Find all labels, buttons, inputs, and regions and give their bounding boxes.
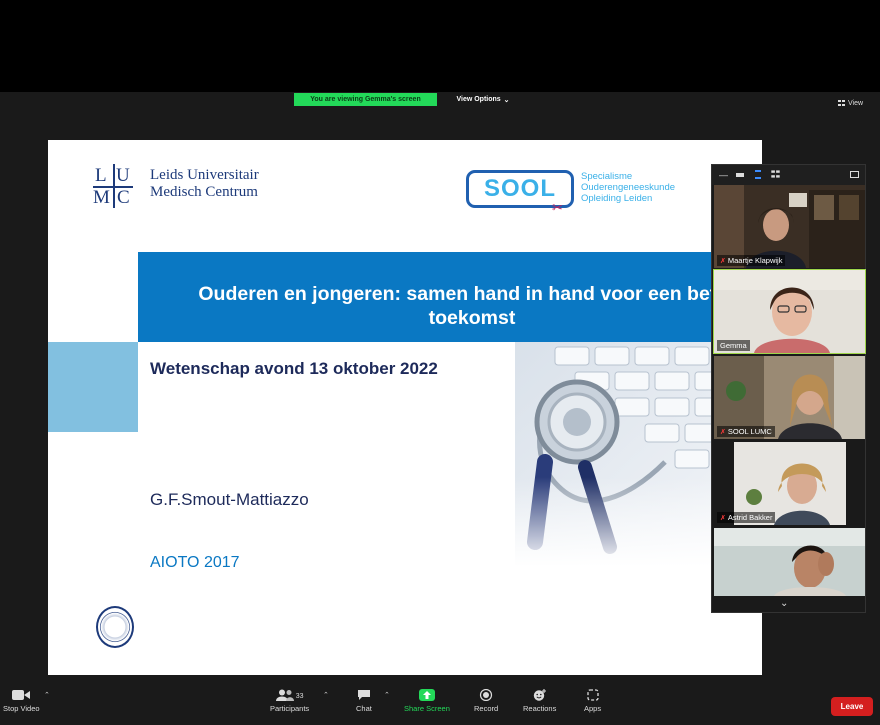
participant-name: SOOL LUMC — [727, 427, 772, 436]
lumc-letter-l: L — [95, 165, 107, 186]
top-bar — [0, 92, 880, 140]
slide-title: Ouderen en jongeren: samen hand in hand … — [152, 282, 762, 330]
left-margin — [0, 140, 48, 675]
chevron-down-icon: ⌄ — [503, 96, 510, 104]
slide-title-line-2: toekomst — [428, 307, 516, 329]
institution-line-1: Leids Universitair — [150, 167, 259, 183]
reactions-label: Reactions — [523, 704, 557, 713]
chat-button[interactable]: Chat — [356, 689, 372, 713]
shared-slide: L U M C Leids Universitair Medisch Centr… — [48, 140, 762, 675]
speaker-view-icon[interactable] — [736, 173, 744, 177]
sool-line-1: Specialisme — [581, 171, 633, 182]
presenter-affiliation: AIOTO 2017 — [150, 554, 240, 571]
panel-header: — — [712, 165, 865, 185]
lumc-letter-m: M — [93, 187, 110, 208]
view-options-button[interactable]: View Options ⌄ — [448, 93, 518, 106]
filmstrip-view-icon[interactable] — [755, 170, 761, 179]
view-options-label: View Options — [456, 96, 501, 103]
gallery-view-icon[interactable] — [771, 170, 780, 178]
sool-line-2: Ouderengeneeskunde — [581, 182, 676, 193]
participant-name-label: ✗ SOOL LUMC — [717, 426, 775, 437]
presenter-name: G.F.Smout-Mattiazzo — [150, 490, 309, 509]
participant-name-label: Gemma — [717, 340, 750, 351]
chevron-down-icon[interactable]: ⌄ — [780, 598, 788, 609]
reactions-button[interactable]: Reactions — [523, 689, 556, 713]
participant-name: Maartje Klapwijk — [727, 256, 783, 265]
chat-icon — [357, 690, 370, 700]
participants-count: 33 — [295, 693, 304, 700]
chat-options-caret-icon[interactable]: ⌃ — [384, 691, 390, 699]
share-screen-button[interactable]: Share Screen — [404, 689, 450, 713]
participant-name: Gemma — [720, 341, 747, 350]
reactions-emoji-icon — [533, 689, 546, 701]
participant-tile-active-speaker[interactable]: Gemma — [713, 269, 866, 354]
participants-button[interactable]: 33 Participants — [270, 689, 309, 713]
participants-label: Participants — [270, 704, 310, 713]
sool-subtitle: Specialisme Ouderengeneeskunde Opleiding… — [581, 171, 675, 204]
apps-button[interactable]: Apps — [584, 689, 601, 713]
participant-tile[interactable]: ✗ SOOL LUMC — [714, 356, 865, 439]
mic-muted-icon: ✗ — [720, 257, 726, 265]
participants-icon — [275, 689, 294, 701]
event-date: Wetenschap avond 13 oktober 2022 — [150, 359, 438, 378]
slide-title-line-1: Ouderen en jongeren: samen hand in hand … — [198, 283, 746, 305]
lumc-logo-divider — [93, 186, 133, 188]
participant-tile[interactable]: ✗ Maartje Klapwijk — [714, 185, 865, 268]
participant-tile[interactable]: ✗ Astrid Bakker — [714, 442, 865, 525]
share-screen-label: Share Screen — [404, 704, 450, 713]
sool-line-3: Opleiding Leiden — [581, 193, 653, 204]
accent-block — [48, 342, 138, 432]
leave-meeting-button[interactable]: Leave — [831, 697, 873, 716]
participant-name-label: ✗ Astrid Bakker — [717, 512, 776, 523]
participant-name: Astrid Bakker — [727, 513, 773, 522]
participant-tile[interactable] — [714, 528, 865, 596]
view-label: View — [848, 99, 864, 107]
stop-video-button[interactable]: Stop Video — [3, 689, 40, 713]
participant-name-label: ✗ Maartje Klapwijk — [717, 255, 786, 266]
meeting-toolbar: Stop Video ⌃ 33 Participants ⌃ Chat ⌃ Sh… — [0, 675, 880, 725]
participants-options-caret-icon[interactable]: ⌃ — [323, 691, 329, 699]
video-camera-icon — [12, 690, 31, 700]
video-options-caret-icon[interactable]: ⌃ — [44, 691, 50, 699]
view-button[interactable]: View — [838, 97, 878, 109]
chat-label: Chat — [356, 704, 372, 713]
lumc-letter-u: U — [116, 165, 130, 186]
title-band: Ouderen en jongeren: samen hand in hand … — [138, 252, 762, 342]
university-seal-logo — [96, 606, 134, 648]
share-screen-icon — [418, 689, 435, 701]
pop-out-icon[interactable] — [850, 171, 859, 178]
participant-video-panel: — ✗ Maartje Klapwijk Gemma ✗ SOOL LUMC ✗… — [711, 164, 866, 613]
record-button[interactable]: Record — [474, 689, 498, 713]
scissors-icon: ✂ — [552, 200, 563, 215]
participant-video — [714, 528, 865, 596]
screen-share-banner: You are viewing Gemma's screen — [294, 93, 437, 106]
mic-muted-icon: ✗ — [720, 514, 726, 522]
institution-line-2: Medisch Centrum — [150, 184, 258, 200]
grid-view-icon — [838, 100, 845, 106]
mic-muted-icon: ✗ — [720, 428, 726, 436]
apps-icon — [586, 689, 599, 701]
institution-name: Leids Universitair Medisch Centrum — [150, 167, 259, 201]
apps-label: Apps — [584, 704, 602, 713]
stop-video-label: Stop Video — [3, 704, 40, 713]
record-icon — [479, 689, 493, 701]
minimize-icon[interactable]: — — [719, 170, 728, 180]
record-label: Record — [474, 704, 499, 713]
lumc-letter-c: C — [117, 187, 130, 208]
